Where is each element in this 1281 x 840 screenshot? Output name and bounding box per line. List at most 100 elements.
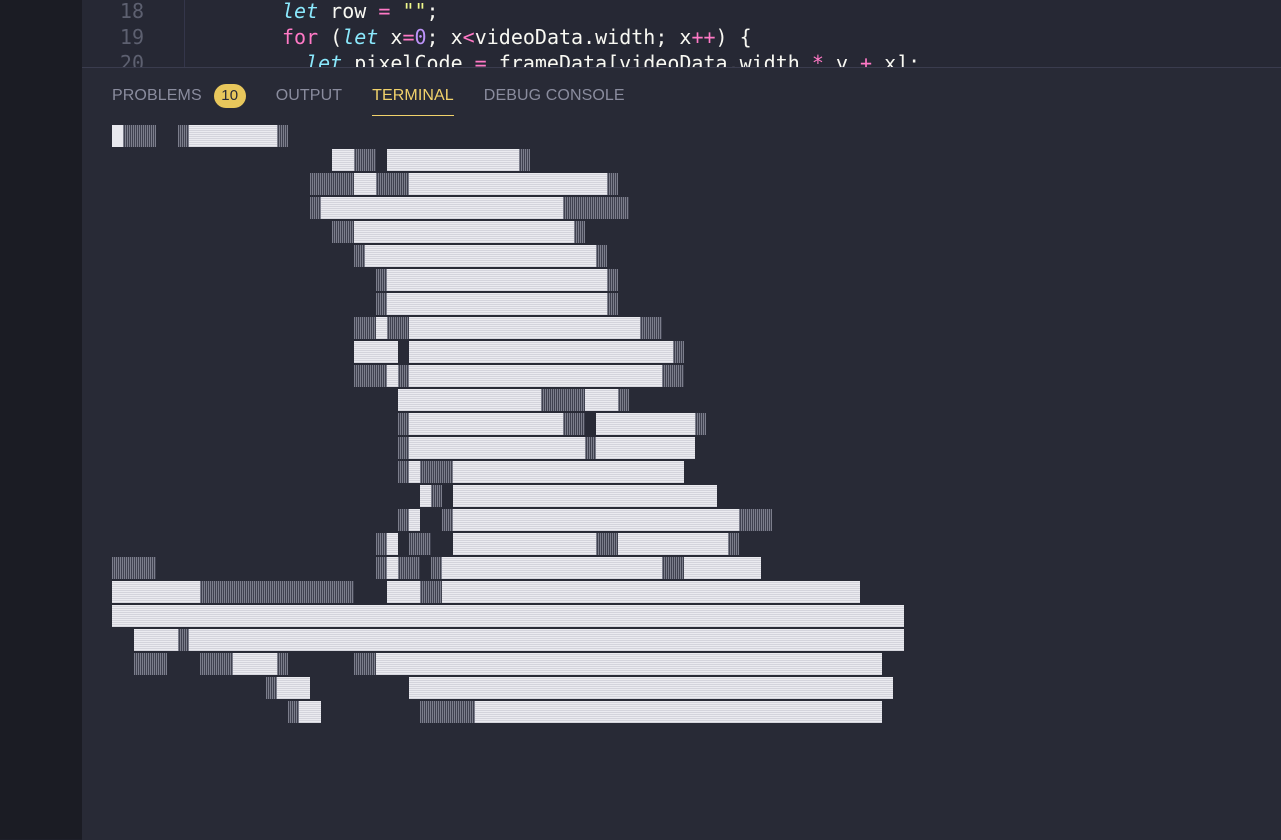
terminal-block-run (398, 557, 420, 579)
terminal-block-run (442, 557, 662, 579)
terminal-block-run (354, 365, 387, 387)
terminal-block-run (332, 149, 354, 171)
terminal-block-run (409, 533, 431, 555)
code-line[interactable]: let pixelCode = frameData[videoData.widt… (282, 50, 920, 67)
code-token: = (378, 0, 391, 23)
terminal-block-run (409, 413, 563, 435)
code-token: ; x (426, 25, 463, 49)
terminal-block-run (233, 653, 277, 675)
terminal-block-run (178, 125, 189, 147)
terminal-block-run (387, 293, 607, 315)
terminal-block-run (420, 581, 442, 603)
code-token: ( (318, 25, 343, 49)
terminal-block-run (376, 317, 387, 339)
terminal-block-run (662, 365, 684, 387)
code-token: 0 (414, 25, 427, 49)
terminal-block-run (409, 461, 420, 483)
terminal-block-run (310, 197, 321, 219)
code-editor[interactable]: 18 let row = ""; 19 for (let x=0; x<videoDa… (82, 0, 1281, 67)
terminal-block-run (596, 533, 618, 555)
gutter-separator (184, 0, 185, 67)
terminal-block-run (134, 629, 178, 651)
terminal-block-run (387, 533, 398, 555)
terminal-block-run (332, 221, 354, 243)
terminal-block-run (178, 629, 189, 651)
terminal-block-run (354, 245, 365, 267)
terminal-block-run (420, 461, 453, 483)
terminal-block-run (200, 653, 233, 675)
terminal-block-run (277, 653, 288, 675)
code-token: x]; (872, 51, 921, 67)
terminal-block-run (134, 653, 167, 675)
terminal-block-run (354, 149, 376, 171)
code-token: videoData.width; x (474, 25, 692, 49)
code-token: = (402, 25, 415, 49)
terminal-block-run (475, 701, 882, 723)
line-number: 20 (119, 51, 144, 67)
tab-label: TERMINAL (372, 87, 454, 104)
code-line[interactable]: for (let x=0; x<videoData.width; x++) { (282, 24, 752, 50)
code-token: y (823, 51, 860, 67)
terminal-block-run (618, 389, 629, 411)
terminal-block-run (299, 701, 321, 723)
terminal-block-run (112, 557, 156, 579)
terminal-block-run (354, 221, 574, 243)
terminal-block-run (453, 461, 684, 483)
terminal-block-run (387, 557, 398, 579)
terminal-block-run (112, 605, 904, 627)
terminal-block-run (310, 173, 354, 195)
terminal-block-run (607, 269, 618, 291)
code-token: let (342, 25, 379, 49)
terminal-block-run (640, 317, 662, 339)
terminal-block-run (354, 173, 376, 195)
terminal-block-run (728, 533, 739, 555)
tab-label: OUTPUT (275, 87, 343, 104)
tab-label: PROBLEMS (112, 87, 202, 104)
terminal-block-run (541, 389, 585, 411)
code-token: ++ (691, 25, 716, 49)
terminal-block-run (398, 509, 409, 531)
terminal-block-run (354, 317, 376, 339)
terminal-block-run (431, 557, 442, 579)
terminal-block-run (409, 509, 420, 531)
terminal-block-run (596, 413, 695, 435)
tab-terminal[interactable]: TERMINAL (372, 84, 454, 116)
tab-problems[interactable]: PROBLEMS 10 (112, 84, 246, 115)
activity-bar (0, 0, 82, 839)
tab-output[interactable]: OUTPUT (276, 84, 342, 115)
terminal-block-run (607, 173, 618, 195)
code-token: * (811, 51, 824, 67)
terminal-block-run (387, 149, 519, 171)
terminal-block-run (398, 365, 409, 387)
terminal-block-run (376, 269, 387, 291)
terminal-block-run (442, 509, 453, 531)
tab-debug-console[interactable]: DEBUG CONSOLE (484, 84, 625, 115)
terminal-block-run (376, 173, 409, 195)
terminal-block-run (376, 293, 387, 315)
code-token: row (318, 0, 379, 23)
terminal-block-run (387, 365, 398, 387)
terminal-block-run (662, 557, 684, 579)
terminal-block-run (585, 389, 618, 411)
problems-count-badge: 10 (213, 84, 246, 108)
code-token: + (860, 51, 873, 67)
terminal-output[interactable] (112, 124, 1272, 824)
terminal-block-run (189, 125, 277, 147)
terminal-block-run (585, 437, 596, 459)
terminal-block-run (123, 125, 156, 147)
terminal-block-run (739, 509, 772, 531)
terminal-block-run (420, 701, 475, 723)
terminal-block-run (596, 437, 695, 459)
code-line[interactable]: let row = ""; (282, 0, 439, 24)
code-token: "" (402, 0, 427, 23)
terminal-block-run (277, 125, 288, 147)
terminal-block-run (266, 677, 277, 699)
terminal-block-run (453, 485, 717, 507)
terminal-block-run (618, 533, 728, 555)
terminal-block-run (387, 317, 409, 339)
terminal-block-run (453, 533, 596, 555)
terminal-block-run (596, 245, 607, 267)
terminal-block-run (442, 581, 860, 603)
terminal-block-run (200, 581, 354, 603)
terminal-block-run (365, 245, 596, 267)
